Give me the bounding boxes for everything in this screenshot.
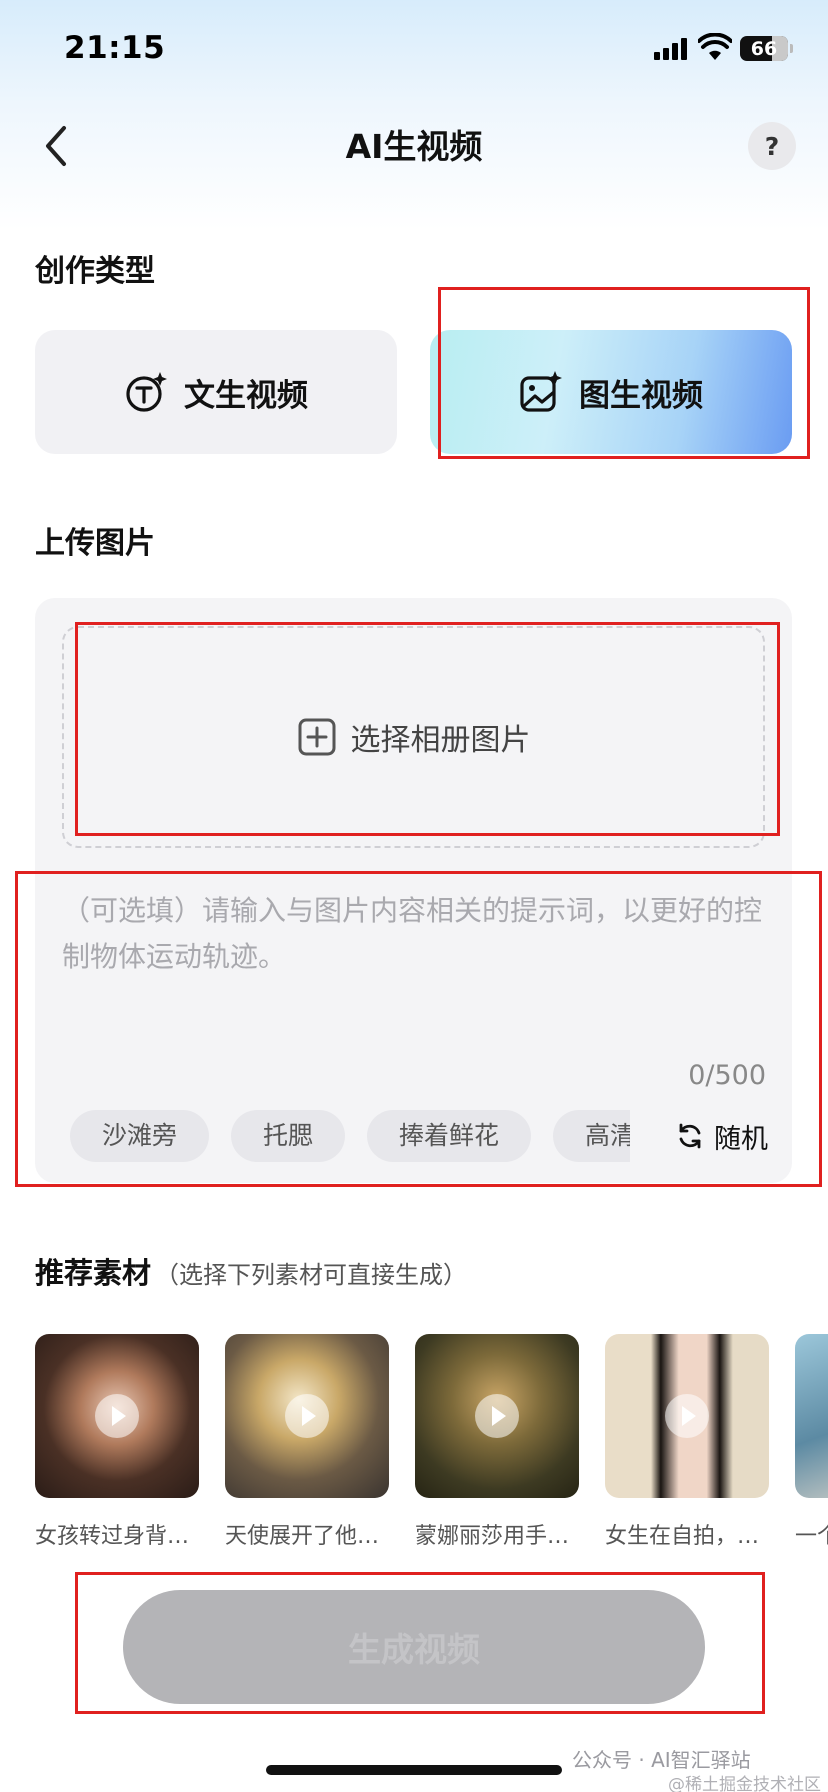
- select-album-image-label: 选择相册图片: [350, 723, 531, 758]
- text-to-video-label: 文生视频: [184, 377, 308, 414]
- recommended-subtitle: （选择下列素材可直接生成）: [155, 1261, 468, 1289]
- play-icon: [95, 1394, 139, 1438]
- recommended-caption: 一个: [795, 1524, 828, 1549]
- select-album-image-button[interactable]: 选择相册图片: [62, 626, 765, 848]
- recommended-thumbnail: [795, 1334, 828, 1498]
- page-title: AI生视频: [345, 127, 483, 166]
- recommended-caption: 女生在自拍，…: [605, 1524, 760, 1549]
- random-label: 随机: [714, 1123, 768, 1155]
- home-indicator: [266, 1765, 562, 1775]
- text-to-video-option[interactable]: 文生视频: [35, 330, 397, 454]
- text-sparkle-icon: [126, 372, 167, 412]
- char-counter: 0/500: [688, 1060, 766, 1091]
- recommended-caption: 天使展开了他…: [225, 1524, 380, 1549]
- recommended-item[interactable]: [795, 1334, 828, 1498]
- battery-level: 66: [750, 37, 778, 60]
- recommended-thumbnail: [605, 1334, 769, 1498]
- play-icon: [285, 1394, 329, 1438]
- wifi-icon: [698, 33, 732, 60]
- recommended-list: [35, 1334, 828, 1504]
- prompt-chip[interactable]: 高清: [553, 1110, 630, 1162]
- recommended-item[interactable]: [35, 1334, 199, 1498]
- add-image-icon: [298, 718, 335, 756]
- prompt-chips: 沙滩旁 托腮 捧着鲜花 高清: [70, 1110, 630, 1162]
- recommended-thumbnail: [225, 1334, 389, 1498]
- help-button[interactable]: ?: [748, 122, 796, 170]
- status-bar: 21:15 66: [0, 0, 828, 100]
- prompt-input[interactable]: （可选填）请输入与图片内容相关的提示词，以更好的控制物体运动轨迹。: [62, 888, 772, 980]
- recommended-thumbnail: [415, 1334, 579, 1498]
- image-to-video-label: 图生视频: [579, 377, 703, 414]
- prompt-chip[interactable]: 沙滩旁: [70, 1110, 210, 1162]
- creation-type-title: 创作类型: [35, 254, 155, 289]
- watermark: 公众号 · AI智汇驿站: [572, 1748, 751, 1772]
- upload-title: 上传图片: [35, 526, 155, 561]
- generate-video-button[interactable]: 生成视频: [123, 1590, 705, 1704]
- recommended-caption: 女孩转过身背…: [35, 1524, 190, 1549]
- recommended-title-text: 推荐素材: [35, 1256, 152, 1290]
- recommended-caption: 蒙娜丽莎用手…: [415, 1524, 570, 1549]
- watermark-sub: @稀土掘金技术社区: [668, 1775, 821, 1792]
- recommended-item[interactable]: [415, 1334, 579, 1498]
- recommended-thumbnail: [35, 1334, 199, 1498]
- recommended-title: 推荐素材 （选择下列素材可直接生成）: [35, 1250, 467, 1292]
- play-icon: [665, 1394, 709, 1438]
- random-button[interactable]: 随机: [672, 1110, 768, 1162]
- status-time: 21:15: [64, 30, 166, 66]
- image-sparkle-icon: [520, 371, 562, 412]
- recommended-item[interactable]: [605, 1334, 769, 1498]
- signal-icon: [654, 38, 688, 60]
- recommended-item[interactable]: [225, 1334, 389, 1498]
- battery-icon: 66: [740, 36, 793, 61]
- refresh-icon: [679, 1123, 701, 1149]
- play-icon: [475, 1394, 519, 1438]
- prompt-chip[interactable]: 托腮: [231, 1110, 346, 1162]
- prompt-chip[interactable]: 捧着鲜花: [367, 1110, 532, 1162]
- image-to-video-option[interactable]: 图生视频: [430, 330, 792, 454]
